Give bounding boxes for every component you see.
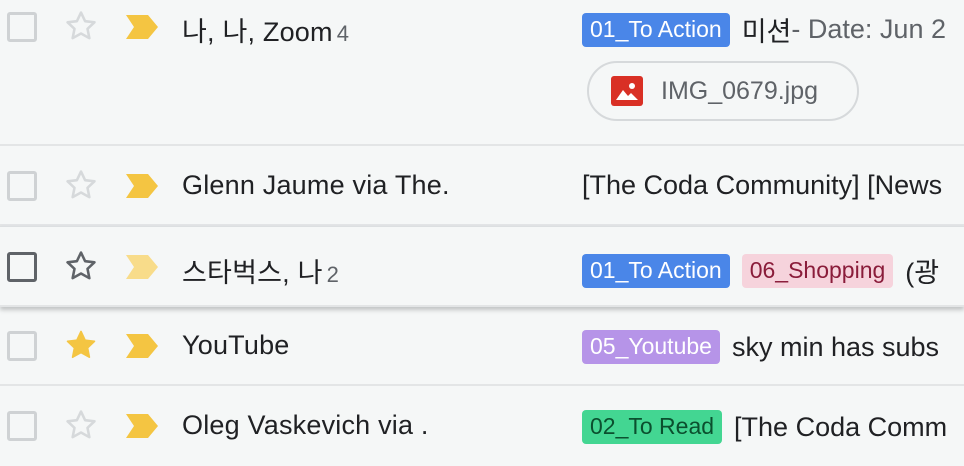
subject-text: (광 <box>905 258 940 288</box>
sender-text: YouTube <box>182 330 290 360</box>
sender-text: Glenn Jaume via The. <box>182 170 450 200</box>
important-marker-icon[interactable] <box>126 414 158 438</box>
thread-count: 4 <box>336 21 350 46</box>
subject-area: [The Coda Community] [News <box>582 170 942 201</box>
sender-name: Oleg Vaskevich via . <box>182 410 429 441</box>
email-list: 나, 나, Zoom 4 01_To Action 미션 - Date: Jun … <box>0 0 964 462</box>
important-marker-icon[interactable] <box>126 174 158 198</box>
label-chip[interactable]: 01_To Action <box>582 12 730 47</box>
star-filled-icon[interactable] <box>64 328 98 362</box>
select-checkbox[interactable] <box>7 12 37 42</box>
subject-text: [The Coda Community] [News <box>582 170 943 200</box>
attachment-filename: IMG_0679.jpg <box>661 76 819 105</box>
sender-name: Glenn Jaume via The. <box>182 170 450 201</box>
email-row[interactable]: 나, 나, Zoom 4 01_To Action 미션 - Date: Jun … <box>0 0 964 146</box>
subject-text: 미션 <box>741 17 792 47</box>
label-chip[interactable]: 02_To Read <box>582 410 723 444</box>
image-file-icon <box>611 76 643 106</box>
sender-text: 나, 나, Zoom <box>182 17 333 47</box>
label-chip[interactable]: 01_To Action <box>582 253 730 288</box>
email-row[interactable]: Glenn Jaume via The. [The Coda Community… <box>0 146 964 226</box>
email-row-hovered[interactable]: 스타벅스, 나2 01_To Action 06_Shopping (광 <box>0 226 964 307</box>
email-row[interactable]: YouTube 05_Youtube sky min has subs <box>0 307 964 386</box>
sender-text: 스타벅스, 나 <box>182 258 323 288</box>
important-marker-icon[interactable] <box>126 15 158 39</box>
subject-text: sky min has subs <box>731 331 940 362</box>
subject-text: [The Coda Comm <box>734 411 948 442</box>
star-icon[interactable] <box>64 249 98 283</box>
star-icon[interactable] <box>64 168 98 202</box>
label-chip[interactable]: 05_Youtube <box>582 330 720 364</box>
important-marker-icon[interactable] <box>126 255 158 279</box>
attachment-chip[interactable]: IMG_0679.jpg <box>587 61 859 121</box>
select-checkbox[interactable] <box>7 411 37 441</box>
subject-area: 01_To Action 미션 - Date: Jun 2 <box>582 10 946 49</box>
star-icon[interactable] <box>64 408 98 442</box>
subject-area: 02_To Read [The Coda Comm <box>582 410 947 444</box>
snippet-text: - Date: Jun 2 <box>791 14 946 44</box>
star-icon[interactable] <box>64 9 98 43</box>
email-row[interactable]: Oleg Vaskevich via . 02_To Read [The Cod… <box>0 386 964 466</box>
important-marker-icon[interactable] <box>126 334 158 358</box>
sender-name: YouTube <box>182 330 290 361</box>
subject-area: 01_To Action 06_Shopping (광 <box>582 251 939 290</box>
select-checkbox[interactable] <box>7 331 37 361</box>
label-chip[interactable]: 06_Shopping <box>741 253 894 288</box>
sender-text: Oleg Vaskevich via . <box>182 410 429 440</box>
subject-area: 05_Youtube sky min has subs <box>582 330 939 364</box>
sender-name: 스타벅스, 나2 <box>182 251 339 290</box>
thread-count: 2 <box>326 262 340 287</box>
sender-name: 나, 나, Zoom 4 <box>182 10 349 49</box>
select-checkbox[interactable] <box>7 252 37 282</box>
select-checkbox[interactable] <box>7 171 37 201</box>
